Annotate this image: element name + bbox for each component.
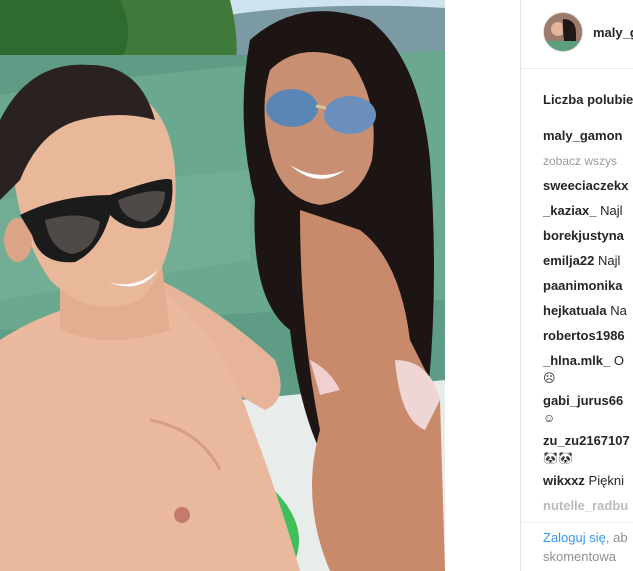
comment-item: nutelle_radbu bbox=[543, 497, 633, 522]
comment-username[interactable]: nutelle_radbu bbox=[543, 498, 628, 513]
caption-author[interactable]: maly_gamon bbox=[543, 128, 622, 143]
comment-item: wikxxz Piękni bbox=[543, 472, 633, 497]
comment-emoji: 🐼🐼 bbox=[543, 451, 573, 465]
comment-emoji: ☹ bbox=[543, 371, 556, 385]
login-prompt-text: , ab bbox=[605, 530, 628, 545]
likes-count[interactable]: Liczba polubie bbox=[543, 92, 633, 107]
author-username[interactable]: maly_gamon bbox=[593, 25, 633, 40]
comment-username[interactable]: hejkatuala bbox=[543, 303, 607, 318]
comment-text: Najl bbox=[600, 203, 623, 218]
panel-gap bbox=[445, 0, 520, 571]
post-header: maly_gamon bbox=[543, 12, 633, 52]
comment-list: maly_gamon zobacz wszys sweeciaczekx _ka… bbox=[543, 127, 633, 522]
header-divider bbox=[521, 68, 633, 69]
author-avatar[interactable] bbox=[543, 12, 583, 52]
login-link[interactable]: Zaloguj się bbox=[543, 530, 606, 545]
comment-username[interactable]: _hlna.mlk_ bbox=[543, 353, 610, 368]
comment-item: paanimonika bbox=[543, 277, 633, 302]
comment-username[interactable]: emilja22 bbox=[543, 253, 594, 268]
comment-item: hejkatuala Na bbox=[543, 302, 633, 327]
caption: maly_gamon bbox=[543, 127, 633, 152]
comment-item: sweeciaczekx bbox=[543, 177, 633, 202]
footer-divider bbox=[521, 522, 633, 523]
comment-username[interactable]: borekjustyna bbox=[543, 228, 624, 243]
comment-text: Piękni bbox=[588, 473, 624, 488]
comment-text: Najl bbox=[597, 253, 621, 268]
selfie-illustration bbox=[0, 0, 445, 571]
comment-username[interactable]: _kaziax_ bbox=[543, 203, 597, 218]
comment-item: gabi_jurus66 ☺ bbox=[543, 392, 633, 432]
login-prompt: Zaloguj się, ab skomentowa bbox=[543, 528, 628, 566]
comment-emoji: ☺ bbox=[543, 411, 556, 425]
comment-item: emilja22 Najl bbox=[543, 252, 633, 277]
comment-item: _hlna.mlk_ O ☹ bbox=[543, 352, 633, 392]
login-prompt-text-line2: skomentowa bbox=[543, 549, 616, 564]
comment-username[interactable]: sweeciaczekx bbox=[543, 178, 628, 193]
comment-username[interactable]: gabi_jurus66 bbox=[543, 393, 623, 408]
comment-username[interactable]: paanimonika bbox=[543, 278, 622, 293]
comment-item: _kaziax_ Najl bbox=[543, 202, 633, 227]
comment-username[interactable]: zu_zu2167107 bbox=[543, 433, 630, 448]
comment-item: zu_zu2167107 🐼🐼 bbox=[543, 432, 633, 472]
comment-username[interactable]: wikxxz bbox=[543, 473, 585, 488]
view-all-comments-link[interactable]: zobacz wszys bbox=[543, 152, 633, 177]
post-photo bbox=[0, 0, 445, 571]
comment-item: borekjustyna bbox=[543, 227, 633, 252]
comment-text: O bbox=[613, 353, 624, 368]
post-sidebar: maly_gamon Liczba polubie maly_gamon zob… bbox=[520, 0, 633, 571]
comment-username[interactable]: robertos1986 bbox=[543, 328, 625, 343]
comment-item: robertos1986 bbox=[543, 327, 633, 352]
comment-text: Na bbox=[610, 303, 627, 318]
